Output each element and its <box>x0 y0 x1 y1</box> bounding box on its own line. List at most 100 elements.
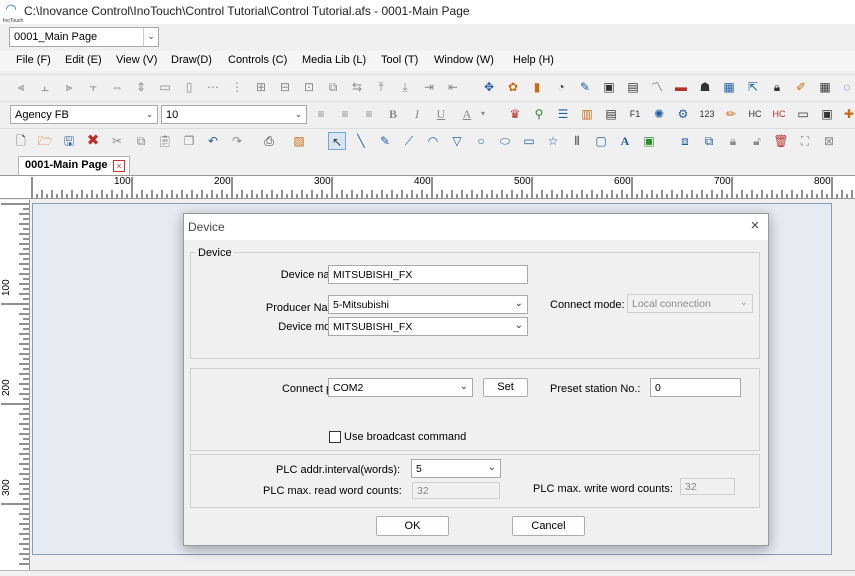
move-cross-icon[interactable]: ✥ <box>480 78 498 96</box>
align-bottom-icon[interactable]: ⫟ <box>84 78 102 96</box>
save-icon[interactable]: 🖫︎ <box>60 132 78 150</box>
plc-interval-dropdown[interactable]: 5 ⌄ <box>411 459 501 478</box>
arc-icon[interactable]: ◠ <box>424 132 442 150</box>
close-icon[interactable]: × <box>113 160 125 172</box>
text-align-left-icon[interactable]: ≡ <box>312 105 330 123</box>
arrow-right-icon[interactable]: ⇥ <box>420 78 438 96</box>
menu-window[interactable]: Window (W) <box>434 54 494 66</box>
settings-star-icon[interactable]: ✺ <box>650 105 668 123</box>
properties-icon[interactable]: ▨ <box>290 132 308 150</box>
record-icon[interactable]: ☗ <box>696 78 714 96</box>
lock-icon[interactable]: 🔒︎ <box>768 78 786 96</box>
broadcast-checkbox[interactable] <box>329 431 341 443</box>
hc-icon[interactable]: HC <box>746 105 764 123</box>
zoom-fit-icon[interactable]: ⊠ <box>820 132 838 150</box>
star-icon[interactable]: ☆ <box>544 132 562 150</box>
gauge-icon[interactable]: ◔ <box>552 78 570 96</box>
redo-icon[interactable]: ↷ <box>228 132 246 150</box>
align-hcenter-icon[interactable]: ⇔ <box>108 78 126 96</box>
export-icon[interactable]: ⇱ <box>744 78 762 96</box>
fit-icon[interactable]: ⛶ <box>796 132 814 150</box>
frame-icon[interactable]: ▢ <box>592 132 610 150</box>
polyline-icon[interactable]: ⟋ <box>400 132 418 150</box>
underline-icon[interactable]: U <box>432 105 450 123</box>
panel-icon[interactable]: ▣ <box>818 105 836 123</box>
distribute-v-icon[interactable]: ⋮ <box>228 78 246 96</box>
connect-port-dropdown[interactable]: COM2 ⌄ <box>328 378 473 397</box>
window-icon[interactable]: ▭ <box>794 105 812 123</box>
table-view-icon[interactable]: ▥ <box>578 105 596 123</box>
ungroup-icon[interactable]: ⧉ <box>700 132 718 150</box>
ellipse-icon[interactable]: ⬭ <box>496 132 514 150</box>
same-width-icon[interactable]: ▭ <box>156 78 174 96</box>
trash-icon[interactable]: 🗑︎ <box>772 132 790 150</box>
text-icon[interactable]: A <box>616 132 634 150</box>
dotted-circle-icon[interactable]: ◌ <box>838 78 855 96</box>
list-icon[interactable]: ☰ <box>554 105 572 123</box>
layer-up-icon[interactable]: ⊞ <box>252 78 270 96</box>
bring-front-icon[interactable]: ⤒ <box>372 78 390 96</box>
chevron-down-icon[interactable]: ▾ <box>478 105 488 123</box>
close-icon[interactable]: × <box>746 217 764 235</box>
move-icon[interactable]: ⇆ <box>348 78 366 96</box>
numeric-icon[interactable]: 123 <box>698 105 716 123</box>
font-color-icon[interactable]: A <box>458 105 476 123</box>
polygon-icon[interactable]: ▽ <box>448 132 466 150</box>
center-icon[interactable]: ⊡ <box>300 78 318 96</box>
doc-icon[interactable]: ▤ <box>624 78 642 96</box>
picture-icon[interactable]: ▣ <box>640 132 658 150</box>
bit-switch-icon[interactable]: ⚲ <box>530 105 548 123</box>
trend-icon[interactable]: 〽 <box>648 78 666 96</box>
cut-icon[interactable]: ✂ <box>108 132 126 150</box>
preset-station-input[interactable]: 0 <box>650 378 741 397</box>
set-button[interactable]: Set <box>483 378 528 397</box>
italic-icon[interactable]: I <box>408 105 426 123</box>
tab-main-page[interactable]: 0001-Main Page × <box>18 156 130 175</box>
font-size-dropdown[interactable]: 10 ⌄ <box>161 105 307 124</box>
align-right-icon[interactable]: ⫸ <box>60 78 78 96</box>
menu-controls[interactable]: Controls (C) <box>228 54 287 66</box>
scale-icon[interactable]: ⦀ <box>568 132 586 150</box>
align-vcenter-icon[interactable]: ⇕ <box>132 78 150 96</box>
device-model-dropdown[interactable]: MITSUBISHI_FX ⌄ <box>328 317 528 336</box>
device-name-input[interactable]: MITSUBISHI_FX <box>328 265 528 284</box>
menu-edit[interactable]: Edit (E) <box>65 54 102 66</box>
gear-icon[interactable]: ⚙ <box>674 105 692 123</box>
display-icon[interactable]: ▣ <box>600 78 618 96</box>
brush-icon[interactable]: ✐ <box>792 78 810 96</box>
layer-down-icon[interactable]: ⊟ <box>276 78 294 96</box>
send-back-icon[interactable]: ⤓ <box>396 78 414 96</box>
menu-file[interactable]: File (F) <box>16 54 51 66</box>
line-icon[interactable]: ╲ <box>352 132 370 150</box>
edit-icon[interactable]: ✏ <box>722 105 740 123</box>
hc-alarm-icon[interactable]: HC <box>770 105 788 123</box>
menu-help[interactable]: Help (H) <box>513 54 554 66</box>
rectangle-icon[interactable]: ▭ <box>520 132 538 150</box>
menu-view[interactable]: View (V) <box>116 54 157 66</box>
f1-icon[interactable]: F1 <box>626 105 644 123</box>
menu-tool[interactable]: Tool (T) <box>381 54 418 66</box>
undo-icon[interactable]: ↶ <box>204 132 222 150</box>
grid-icon[interactable]: ▦ <box>816 78 834 96</box>
unlock-object-icon[interactable]: 🔓︎ <box>748 132 766 150</box>
pencil-icon[interactable]: ✎ <box>376 132 394 150</box>
select-pointer-icon[interactable]: ↖ <box>328 132 346 150</box>
new-file-icon[interactable]: 🗋︎ <box>12 132 30 150</box>
copy-icon[interactable]: ⧉ <box>132 132 150 150</box>
align-top-icon[interactable]: ⫠ <box>36 78 54 96</box>
producer-name-dropdown[interactable]: 5-Mitsubishi ⌄ <box>328 295 528 314</box>
menu-draw[interactable]: Draw(D) <box>171 54 212 66</box>
group-icon[interactable]: ⧈ <box>676 132 694 150</box>
pen-icon[interactable]: ✎ <box>576 78 594 96</box>
print-icon[interactable]: ⎙ <box>260 132 278 150</box>
paste-icon[interactable]: 📋︎ <box>156 132 174 150</box>
same-size-icon[interactable]: ⧉ <box>324 78 342 96</box>
bit-lamp-icon[interactable]: ♛ <box>506 105 524 123</box>
same-height-icon[interactable]: ▯ <box>180 78 198 96</box>
cancel-button[interactable]: Cancel <box>512 516 585 536</box>
distribute-h-icon[interactable]: ⋯ <box>204 78 222 96</box>
alarm-icon[interactable]: ▬ <box>672 78 690 96</box>
duplicate-icon[interactable]: ❐ <box>180 132 198 150</box>
components-icon[interactable]: ✿ <box>504 78 522 96</box>
page-selector-dropdown[interactable]: 0001_Main Page ⌄ <box>9 27 159 47</box>
